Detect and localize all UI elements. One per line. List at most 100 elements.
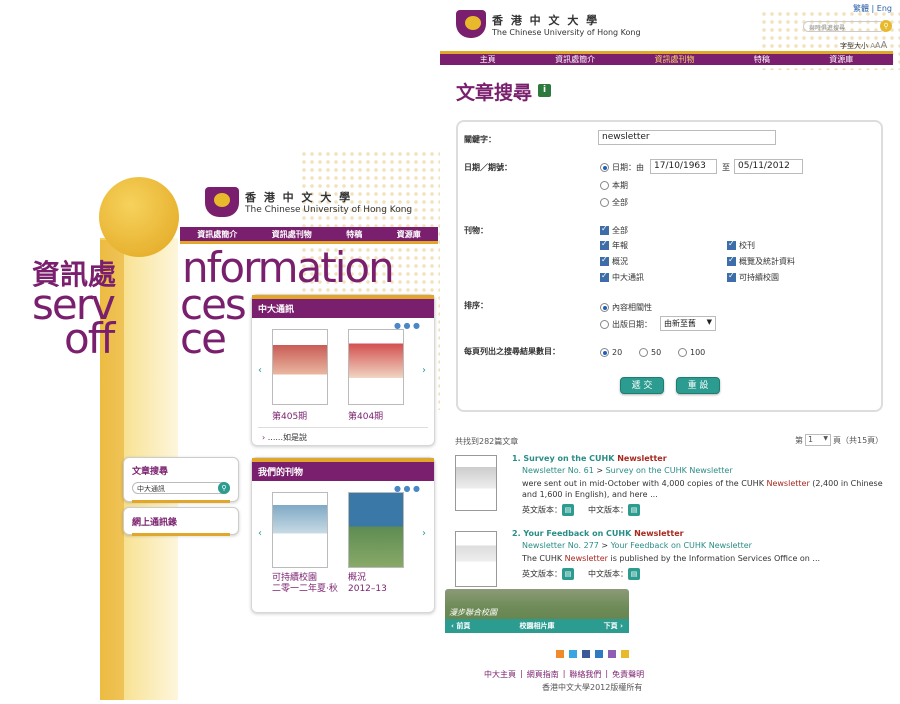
language-links[interactable]: 繁體 | Eng bbox=[853, 3, 892, 14]
pub-annual-report-checkbox[interactable] bbox=[600, 239, 609, 250]
sort-relevance-option[interactable]: 內容相關性 bbox=[600, 302, 652, 313]
nav-publications[interactable]: 資訊處刊物 bbox=[272, 229, 312, 240]
campus-photo-gallery-link[interactable]: 校園相片庫 bbox=[520, 621, 555, 631]
carousel-next-icon[interactable]: › bbox=[422, 365, 426, 376]
date-from-input[interactable]: 17/10/1963 bbox=[650, 159, 717, 174]
pub-newsletter-checkbox[interactable] bbox=[600, 271, 609, 282]
campus-photo-next[interactable]: 下頁 › bbox=[604, 621, 623, 631]
result-1-issue-link[interactable]: Newsletter No. 61 bbox=[522, 466, 594, 475]
footer-site-guide[interactable]: 網頁指南 bbox=[527, 669, 559, 680]
sustainable-campus-cover[interactable] bbox=[272, 492, 328, 568]
nav-about[interactable]: 資訊處簡介 bbox=[555, 54, 595, 65]
per-page-20-radio[interactable] bbox=[600, 348, 609, 357]
pub-sustainable-checkbox[interactable] bbox=[727, 271, 736, 282]
current-issue-option[interactable]: 本期 bbox=[600, 180, 628, 191]
facebook-icon[interactable] bbox=[582, 650, 590, 658]
online-directory-link[interactable]: 網上通訊錄 bbox=[132, 515, 230, 528]
carousel-prev-icon[interactable]: ‹ bbox=[258, 365, 262, 376]
pub-bulletin-checkbox[interactable] bbox=[727, 239, 736, 250]
per-page-20-option[interactable]: 20 bbox=[600, 348, 622, 357]
nav-home[interactable]: 主頁 bbox=[480, 54, 496, 65]
nav-about[interactable]: 資訊處簡介 bbox=[197, 229, 237, 240]
pub-annual-report-option[interactable]: 年報 bbox=[600, 239, 628, 251]
per-page-100-label: 100 bbox=[690, 348, 706, 357]
current-issue-radio[interactable] bbox=[600, 181, 609, 190]
result-2-thumbnail[interactable] bbox=[455, 531, 497, 587]
sort-date-radio[interactable] bbox=[600, 320, 609, 329]
more-link[interactable]: › ......如是說 bbox=[262, 432, 307, 443]
per-page-100-radio[interactable] bbox=[678, 348, 687, 357]
sort-date-option[interactable]: 出版日期： bbox=[600, 319, 652, 330]
result-2-issue-link[interactable]: Newsletter No. 277 bbox=[522, 541, 599, 550]
carousel-next-icon[interactable]: › bbox=[422, 528, 426, 539]
sort-order-select[interactable]: 由新至舊 ▼ bbox=[660, 316, 716, 331]
result-1-versions: 英文版本： ▤ 中文版本： ▤ bbox=[512, 504, 887, 516]
pub-all-checkbox[interactable] bbox=[600, 224, 609, 235]
nav-resources[interactable]: 資源庫 bbox=[397, 229, 421, 240]
cuhk-logo[interactable]: 香 港 中 文 大 學 The Chinese University of Ho… bbox=[205, 187, 412, 217]
footer-cuhk-home[interactable]: 中大主頁 bbox=[484, 669, 516, 680]
share-icon[interactable] bbox=[595, 650, 603, 658]
issue-405-cover[interactable] bbox=[272, 329, 328, 405]
pub-overview-option[interactable]: 概況 bbox=[600, 255, 628, 267]
document-icon[interactable]: ▤ bbox=[628, 504, 640, 516]
sustainable-campus-link[interactable]: 可持續校園 二零一二年夏‧秋 bbox=[272, 573, 338, 595]
result-1-title[interactable]: 1. Survey on the CUHK Newsletter bbox=[512, 454, 887, 463]
footer-disclaimer[interactable]: 免責聲明 bbox=[612, 669, 644, 680]
result-1-thumbnail[interactable] bbox=[455, 455, 497, 511]
twitter-icon[interactable] bbox=[569, 650, 577, 658]
mobile-icon[interactable] bbox=[608, 650, 616, 658]
reset-button[interactable]: 重 設 bbox=[676, 377, 720, 394]
font-size-control: 字型大小 AAA bbox=[840, 40, 887, 51]
pub-facts-checkbox[interactable] bbox=[727, 255, 736, 266]
facts-figures-cover[interactable] bbox=[348, 492, 404, 568]
nav-publications[interactable]: 資訊處刊物 bbox=[654, 54, 694, 65]
newsletter-panel-title: 中大通訊 bbox=[252, 295, 434, 318]
all-issues-option[interactable]: 全部 bbox=[600, 197, 628, 208]
online-directory-box[interactable]: 網上通訊錄 bbox=[123, 507, 239, 536]
pub-overview-checkbox[interactable] bbox=[600, 255, 609, 266]
issue-405-link[interactable]: 第405期 bbox=[272, 409, 307, 422]
rss-icon[interactable] bbox=[556, 650, 564, 658]
pub-facts-option[interactable]: 概覽及統計資料 bbox=[727, 255, 795, 267]
document-icon[interactable]: ▤ bbox=[628, 568, 640, 580]
result-1-article-link[interactable]: Survey on the CUHK Newsletter bbox=[606, 466, 733, 475]
campus-photo-prev[interactable]: ‹ 前頁 bbox=[451, 621, 470, 631]
issue-404-cover[interactable] bbox=[348, 329, 404, 405]
search-icon[interactable]: ⚲ bbox=[218, 482, 230, 494]
per-page-100-option[interactable]: 100 bbox=[678, 348, 705, 357]
carousel-prev-icon[interactable]: ‹ bbox=[258, 528, 262, 539]
per-page-50-radio[interactable] bbox=[639, 348, 648, 357]
info-icon[interactable]: i bbox=[538, 84, 551, 97]
result-2-article-link[interactable]: Your Feedback on CUHK Newsletter bbox=[611, 541, 752, 550]
nav-features[interactable]: 特稿 bbox=[346, 229, 362, 240]
site-search-input[interactable]: 與時俱進搜尋 bbox=[803, 21, 885, 32]
date-to-input[interactable]: 05/11/2012 bbox=[734, 159, 803, 174]
article-search-input[interactable]: 中大通訊 ⚲ bbox=[132, 482, 230, 494]
font-large-button[interactable]: A bbox=[881, 40, 888, 51]
date-range-radio[interactable] bbox=[600, 163, 609, 172]
page-select[interactable]: 1 ▼ bbox=[805, 434, 831, 446]
print-icon[interactable] bbox=[621, 650, 629, 658]
date-range-option[interactable]: 日期：由 bbox=[600, 162, 644, 173]
document-icon[interactable]: ▤ bbox=[562, 504, 574, 516]
per-page-50-option[interactable]: 50 bbox=[639, 348, 661, 357]
sort-relevance-radio[interactable] bbox=[600, 303, 609, 312]
nav-resources[interactable]: 資源庫 bbox=[829, 54, 853, 65]
facts-figures-link[interactable]: 概況 2012–13 bbox=[348, 573, 387, 595]
all-issues-radio[interactable] bbox=[600, 198, 609, 207]
document-icon[interactable]: ▤ bbox=[562, 568, 574, 580]
pub-newsletter-option[interactable]: 中大通訊 bbox=[600, 271, 644, 283]
footer-contact[interactable]: 聯絡我們 bbox=[569, 669, 601, 680]
keyword-input[interactable]: newsletter bbox=[598, 130, 776, 145]
pub-bulletin-option[interactable]: 校刊 bbox=[727, 239, 755, 251]
submit-button[interactable]: 遞 交 bbox=[620, 377, 664, 394]
nav-features[interactable]: 特稿 bbox=[754, 54, 770, 65]
pub-sustainable-option[interactable]: 可持續校園 bbox=[727, 271, 779, 283]
result-2-number: 2. bbox=[512, 529, 521, 538]
pub-all-option[interactable]: 全部 bbox=[600, 224, 628, 236]
issue-404-link[interactable]: 第404期 bbox=[348, 409, 383, 422]
cuhk-logo[interactable]: 香 港 中 文 大 學 The Chinese University of Ho… bbox=[456, 10, 641, 38]
result-2-title[interactable]: 2. Your Feedback on CUHK Newsletter bbox=[512, 529, 887, 538]
search-icon[interactable]: ⚲ bbox=[880, 20, 892, 32]
